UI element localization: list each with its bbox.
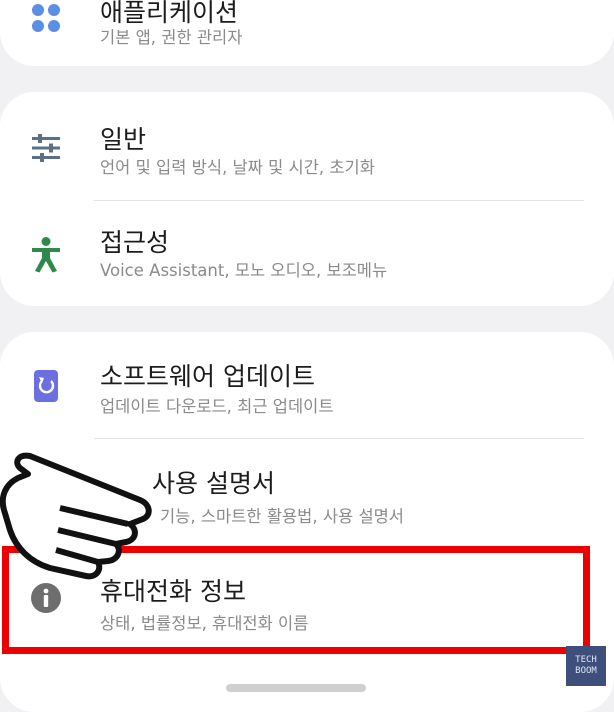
watermark-line1: TECH — [575, 655, 597, 665]
software-update-title: 소프트웨어 업데이트 — [100, 362, 315, 391]
general-subtitle: 언어 및 입력 방식, 날짜 및 시간, 초기화 — [100, 158, 375, 177]
sliders-icon — [26, 128, 66, 168]
pointing-hand-icon — [0, 420, 200, 584]
apps-subtitle: 기본 앱, 권한 관리자 — [100, 28, 243, 47]
home-indicator[interactable] — [226, 684, 366, 692]
general-card: 일반 언어 및 입력 방식, 날짜 및 시간, 초기화 접근성 Voice As… — [0, 92, 614, 306]
accessibility-person-icon — [26, 235, 66, 275]
update-icon — [26, 366, 66, 406]
apps-grid-icon — [26, 0, 66, 38]
accessibility-title: 접근성 — [100, 228, 170, 257]
apps-card: 애플리케이션 기본 앱, 권한 관리자 — [0, 0, 614, 66]
settings-item-general[interactable]: 일반 언어 및 입력 방식, 날짜 및 시간, 초기화 — [0, 92, 614, 200]
software-update-subtitle: 업데이트 다운로드, 최근 업데이트 — [100, 397, 334, 416]
settings-item-apps[interactable]: 애플리케이션 기본 앱, 권한 관리자 — [0, 0, 614, 66]
watermark-line2: BOOM — [575, 666, 597, 676]
channel-watermark: TECH BOOM — [566, 646, 606, 686]
accessibility-subtitle: Voice Assistant, 모노 오디오, 보조메뉴 — [100, 261, 388, 280]
settings-item-accessibility[interactable]: 접근성 Voice Assistant, 모노 오디오, 보조메뉴 — [0, 201, 614, 306]
general-title: 일반 — [100, 125, 147, 154]
